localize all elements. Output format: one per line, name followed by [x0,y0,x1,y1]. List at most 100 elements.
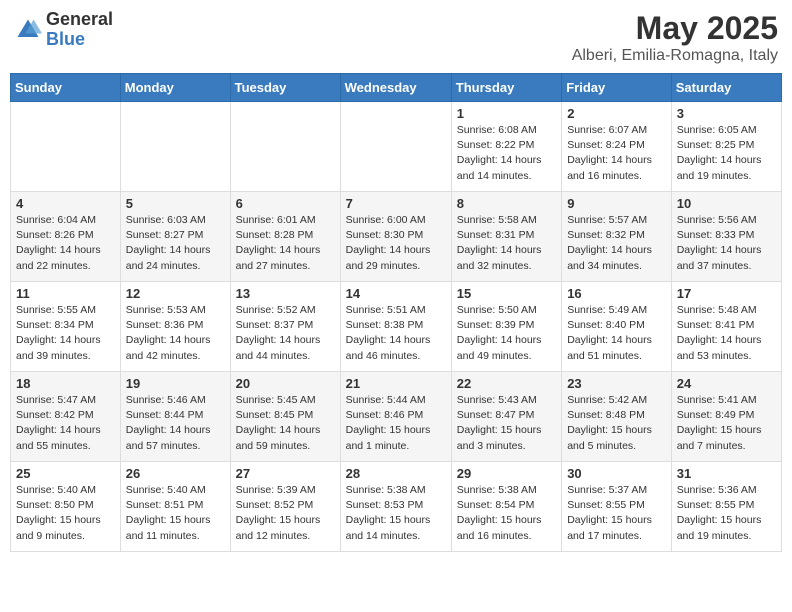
calendar-cell: 15 Sunrise: 5:50 AM Sunset: 8:39 PM Dayli… [451,282,561,372]
calendar-cell: 24 Sunrise: 5:41 AM Sunset: 8:49 PM Dayli… [671,372,781,462]
calendar-cell: 18 Sunrise: 5:47 AM Sunset: 8:42 PM Dayli… [11,372,121,462]
day-number: 8 [457,196,556,211]
calendar-cell [230,102,340,192]
day-number: 3 [677,106,776,121]
weekday-header: Friday [562,74,672,102]
calendar-cell: 30 Sunrise: 5:37 AM Sunset: 8:55 PM Dayli… [562,462,672,552]
day-info: Sunrise: 5:49 AM Sunset: 8:40 PM Dayligh… [567,303,666,364]
title-block: May 2025 Alberi, Emilia-Romagna, Italy [572,10,778,65]
calendar-cell: 11 Sunrise: 5:55 AM Sunset: 8:34 PM Dayli… [11,282,121,372]
day-info: Sunrise: 5:45 AM Sunset: 8:45 PM Dayligh… [236,393,335,454]
location-title: Alberi, Emilia-Romagna, Italy [572,47,778,65]
day-info: Sunrise: 5:55 AM Sunset: 8:34 PM Dayligh… [16,303,115,364]
calendar-cell: 7 Sunrise: 6:00 AM Sunset: 8:30 PM Daylig… [340,192,451,282]
weekday-header: Wednesday [340,74,451,102]
calendar-cell: 9Sunrise: 5:57 AM Sunset: 8:32 PM Daylig… [562,192,672,282]
calendar-cell: 19 Sunrise: 5:46 AM Sunset: 8:44 PM Dayli… [120,372,230,462]
logo-blue: Blue [46,30,113,50]
day-number: 31 [677,466,776,481]
day-info: Sunrise: 6:07 AM Sunset: 8:24 PM Dayligh… [567,123,666,184]
calendar-cell: 23Sunrise: 5:42 AM Sunset: 8:48 PM Dayli… [562,372,672,462]
logo: General Blue [14,10,113,50]
calendar-cell: 2 Sunrise: 6:07 AM Sunset: 8:24 PM Daylig… [562,102,672,192]
calendar-cell: 1Sunrise: 6:08 AM Sunset: 8:22 PM Daylig… [451,102,561,192]
calendar-week-row: 25 Sunrise: 5:40 AM Sunset: 8:50 PM Dayli… [11,462,782,552]
weekday-header: Sunday [11,74,121,102]
calendar-cell: 12Sunrise: 5:53 AM Sunset: 8:36 PM Dayli… [120,282,230,372]
day-info: Sunrise: 5:42 AM Sunset: 8:48 PM Dayligh… [567,393,666,454]
weekday-header: Monday [120,74,230,102]
calendar-cell: 28Sunrise: 5:38 AM Sunset: 8:53 PM Dayli… [340,462,451,552]
day-number: 10 [677,196,776,211]
day-info: Sunrise: 5:40 AM Sunset: 8:51 PM Dayligh… [126,483,225,544]
day-info: Sunrise: 5:47 AM Sunset: 8:42 PM Dayligh… [16,393,115,454]
day-info: Sunrise: 5:44 AM Sunset: 8:46 PM Dayligh… [346,393,446,454]
weekday-header: Saturday [671,74,781,102]
day-number: 19 [126,376,225,391]
calendar-cell: 14 Sunrise: 5:51 AM Sunset: 8:38 PM Dayli… [340,282,451,372]
calendar-cell: 16 Sunrise: 5:49 AM Sunset: 8:40 PM Dayli… [562,282,672,372]
logo-icon [14,16,42,44]
day-number: 1 [457,106,556,121]
weekday-header: Thursday [451,74,561,102]
day-number: 15 [457,286,556,301]
day-info: Sunrise: 5:46 AM Sunset: 8:44 PM Dayligh… [126,393,225,454]
calendar-cell: 17Sunrise: 5:48 AM Sunset: 8:41 PM Dayli… [671,282,781,372]
day-info: Sunrise: 6:03 AM Sunset: 8:27 PM Dayligh… [126,213,225,274]
calendar-cell: 8 Sunrise: 5:58 AM Sunset: 8:31 PM Daylig… [451,192,561,282]
day-number: 5 [126,196,225,211]
calendar-week-row: 1Sunrise: 6:08 AM Sunset: 8:22 PM Daylig… [11,102,782,192]
calendar-table: SundayMondayTuesdayWednesdayThursdayFrid… [10,73,782,552]
day-number: 20 [236,376,335,391]
day-number: 6 [236,196,335,211]
day-info: Sunrise: 5:43 AM Sunset: 8:47 PM Dayligh… [457,393,556,454]
weekday-header-row: SundayMondayTuesdayWednesdayThursdayFrid… [11,74,782,102]
day-info: Sunrise: 5:52 AM Sunset: 8:37 PM Dayligh… [236,303,335,364]
calendar-cell [340,102,451,192]
logo-general: General [46,10,113,30]
calendar-cell: 6 Sunrise: 6:01 AM Sunset: 8:28 PM Daylig… [230,192,340,282]
day-number: 11 [16,286,115,301]
day-info: Sunrise: 5:40 AM Sunset: 8:50 PM Dayligh… [16,483,115,544]
day-number: 24 [677,376,776,391]
calendar-cell: 13Sunrise: 5:52 AM Sunset: 8:37 PM Dayli… [230,282,340,372]
day-info: Sunrise: 5:38 AM Sunset: 8:54 PM Dayligh… [457,483,556,544]
day-info: Sunrise: 6:01 AM Sunset: 8:28 PM Dayligh… [236,213,335,274]
calendar-cell: 5 Sunrise: 6:03 AM Sunset: 8:27 PM Daylig… [120,192,230,282]
day-info: Sunrise: 5:56 AM Sunset: 8:33 PM Dayligh… [677,213,776,274]
day-number: 12 [126,286,225,301]
calendar-cell: 31Sunrise: 5:36 AM Sunset: 8:55 PM Dayli… [671,462,781,552]
day-number: 18 [16,376,115,391]
calendar-cell: 4 Sunrise: 6:04 AM Sunset: 8:26 PM Daylig… [11,192,121,282]
day-info: Sunrise: 5:58 AM Sunset: 8:31 PM Dayligh… [457,213,556,274]
day-number: 28 [346,466,446,481]
calendar-week-row: 4 Sunrise: 6:04 AM Sunset: 8:26 PM Daylig… [11,192,782,282]
day-info: Sunrise: 5:50 AM Sunset: 8:39 PM Dayligh… [457,303,556,364]
calendar-cell: 22Sunrise: 5:43 AM Sunset: 8:47 PM Dayli… [451,372,561,462]
day-info: Sunrise: 5:57 AM Sunset: 8:32 PM Dayligh… [567,213,666,274]
day-info: Sunrise: 5:41 AM Sunset: 8:49 PM Dayligh… [677,393,776,454]
calendar-cell [120,102,230,192]
day-info: Sunrise: 5:37 AM Sunset: 8:55 PM Dayligh… [567,483,666,544]
weekday-header: Tuesday [230,74,340,102]
day-number: 27 [236,466,335,481]
day-number: 25 [16,466,115,481]
day-number: 16 [567,286,666,301]
calendar-cell [11,102,121,192]
page-header: General Blue May 2025 Alberi, Emilia-Rom… [10,10,782,65]
calendar-cell: 20 Sunrise: 5:45 AM Sunset: 8:45 PM Dayli… [230,372,340,462]
day-info: Sunrise: 5:39 AM Sunset: 8:52 PM Dayligh… [236,483,335,544]
day-info: Sunrise: 6:04 AM Sunset: 8:26 PM Dayligh… [16,213,115,274]
day-number: 17 [677,286,776,301]
calendar-cell: 3 Sunrise: 6:05 AM Sunset: 8:25 PM Daylig… [671,102,781,192]
day-info: Sunrise: 5:51 AM Sunset: 8:38 PM Dayligh… [346,303,446,364]
day-info: Sunrise: 6:05 AM Sunset: 8:25 PM Dayligh… [677,123,776,184]
day-number: 30 [567,466,666,481]
day-number: 2 [567,106,666,121]
day-number: 4 [16,196,115,211]
calendar-cell: 26Sunrise: 5:40 AM Sunset: 8:51 PM Dayli… [120,462,230,552]
day-number: 7 [346,196,446,211]
day-number: 14 [346,286,446,301]
day-info: Sunrise: 6:00 AM Sunset: 8:30 PM Dayligh… [346,213,446,274]
calendar-week-row: 18 Sunrise: 5:47 AM Sunset: 8:42 PM Dayli… [11,372,782,462]
